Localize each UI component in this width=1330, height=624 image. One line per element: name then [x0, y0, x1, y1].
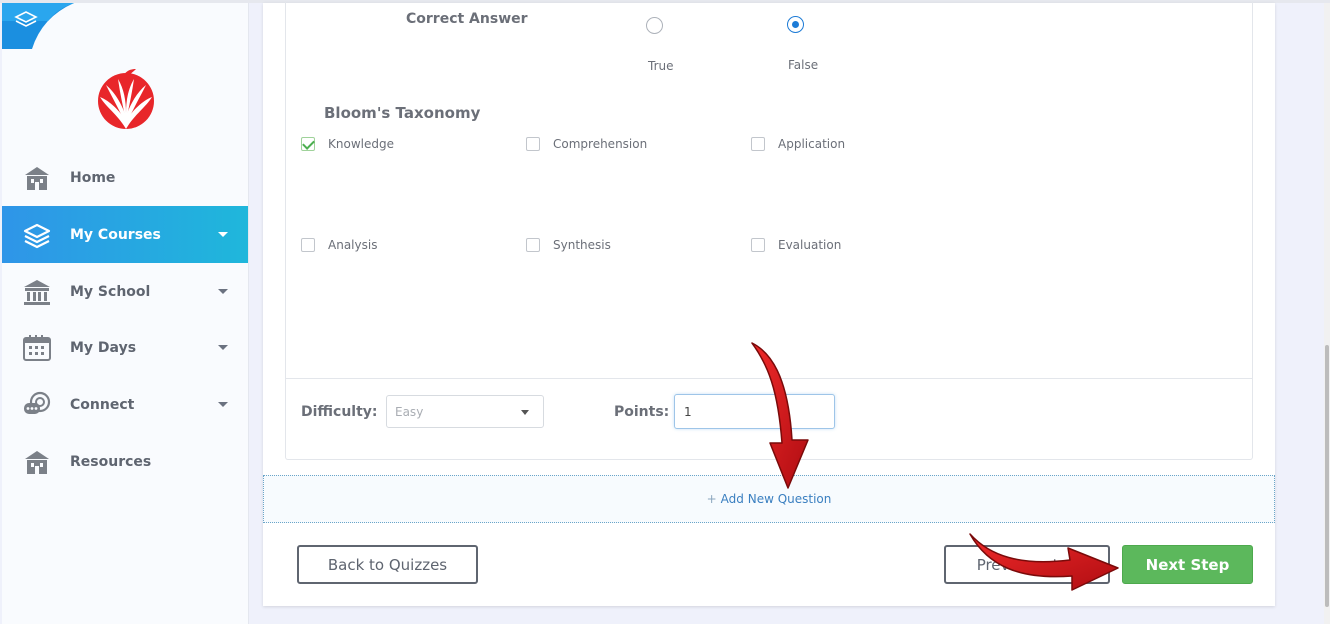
next-step-label: Next Step [1145, 555, 1230, 574]
radio-false[interactable] [787, 16, 804, 33]
checkbox-knowledge-label: Knowledge [328, 137, 394, 151]
sidebar: Home My Courses My School My Days Connec… [2, 3, 249, 624]
sidebar-item-my-courses[interactable]: My Courses [2, 206, 248, 263]
chevron-down-icon[interactable] [218, 289, 228, 294]
sidebar-item-connect[interactable]: Connect [2, 376, 248, 433]
correct-answer-label: Correct Answer [406, 11, 528, 27]
blooms-taxonomy-title: Bloom's Taxonomy [324, 104, 481, 122]
radio-false-label: False [788, 58, 819, 72]
chevron-down-icon [521, 410, 529, 415]
points-input[interactable] [674, 394, 835, 429]
back-to-quizzes-button[interactable]: Back to Quizzes [297, 545, 478, 584]
sidebar-item-my-school[interactable]: My School [2, 263, 248, 320]
difficulty-select[interactable]: Easy [386, 395, 544, 428]
checkbox-application[interactable] [751, 137, 765, 151]
chat-icon [22, 390, 52, 420]
home-icon [22, 163, 52, 193]
previous-step-button[interactable]: Previous step [944, 545, 1110, 584]
checkbox-analysis-label: Analysis [328, 238, 378, 252]
quiz-question-card: Correct Answer True False Bloom's Taxono… [263, 1, 1275, 606]
sidebar-item-label: Home [70, 169, 116, 186]
school-icon [22, 277, 52, 307]
checkbox-synthesis-label: Synthesis [553, 238, 611, 252]
sidebar-item-label: Resources [70, 453, 152, 470]
sidebar-item-resources[interactable]: Resources [2, 433, 248, 490]
school-logo-icon [98, 69, 154, 129]
checkbox-comprehension[interactable] [526, 137, 540, 151]
checkbox-analysis[interactable] [301, 238, 315, 252]
sidebar-item-label: My School [70, 283, 151, 300]
layers-icon [22, 220, 52, 250]
sidebar-item-my-days[interactable]: My Days [2, 319, 248, 376]
checkbox-synthesis[interactable] [526, 238, 540, 252]
scrollbar-thumb[interactable] [1325, 345, 1329, 607]
checkbox-evaluation-label: Evaluation [778, 238, 842, 252]
chevron-down-icon[interactable] [218, 345, 228, 350]
resources-icon [22, 447, 52, 477]
previous-step-label: Previous step [976, 555, 1078, 574]
chevron-down-icon[interactable] [218, 232, 228, 237]
sidebar-item-label: My Courses [70, 226, 161, 243]
add-new-question-label: Add New Question [720, 492, 832, 506]
checkbox-knowledge[interactable] [301, 137, 315, 151]
checkbox-application-label: Application [778, 137, 846, 151]
checkbox-comprehension-label: Comprehension [553, 137, 648, 151]
sidebar-item-label: Connect [70, 396, 135, 413]
app-badge-icon[interactable] [2, 3, 74, 49]
difficulty-value: Easy [395, 405, 424, 419]
plus-icon: + [706, 492, 717, 506]
radio-true[interactable] [646, 17, 663, 34]
points-label: Points: [614, 404, 670, 420]
next-step-button[interactable]: Next Step [1122, 545, 1253, 584]
sidebar-item-home[interactable]: Home [2, 149, 248, 206]
chevron-down-icon[interactable] [218, 402, 228, 407]
checkbox-evaluation[interactable] [751, 238, 765, 252]
radio-true-label: True [648, 59, 674, 73]
difficulty-label: Difficulty: [301, 404, 378, 420]
calendar-icon [22, 333, 52, 363]
divider [286, 378, 1252, 379]
back-to-quizzes-label: Back to Quizzes [327, 555, 448, 574]
question-panel: Correct Answer True False Bloom's Taxono… [285, 1, 1253, 460]
add-new-question-button[interactable]: + Add New Question [263, 475, 1275, 523]
sidebar-item-label: My Days [70, 339, 137, 356]
